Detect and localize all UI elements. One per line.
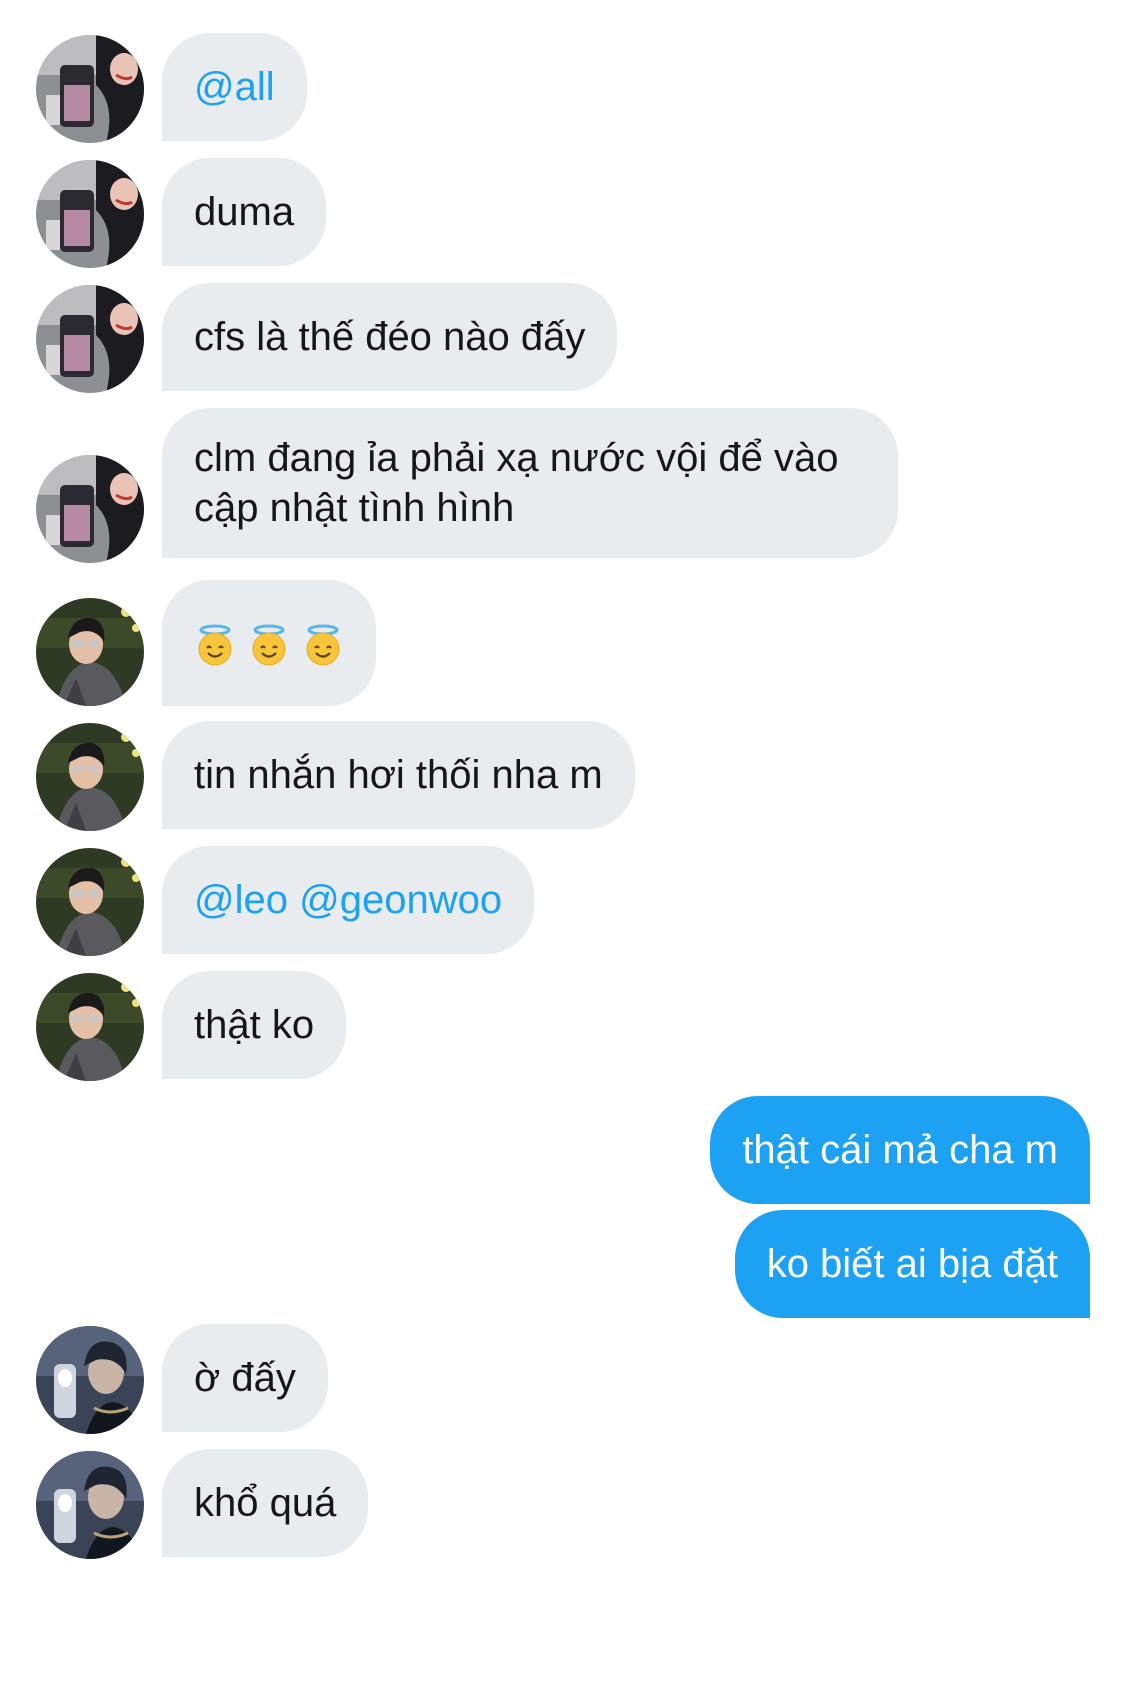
profile-photo xyxy=(36,598,144,706)
message-bubble-outgoing[interactable]: ko biết ai bịa đặt xyxy=(734,1210,1090,1318)
message-bubble-incoming[interactable] xyxy=(162,580,376,706)
message-bubble-incoming[interactable]: duma xyxy=(162,158,327,266)
message-text: clm đang ỉa phải xạ nước vội để vào cập … xyxy=(194,436,839,530)
message-bubble-incoming[interactable]: tin nhắn hơi thối nha m xyxy=(162,721,635,829)
message-text: thật ko xyxy=(194,1003,315,1047)
avatar[interactable] xyxy=(36,1451,144,1559)
mention-link[interactable]: @all xyxy=(194,65,275,109)
avatar[interactable] xyxy=(36,723,144,831)
profile-photo xyxy=(36,160,144,268)
avatar[interactable] xyxy=(36,455,144,563)
message-text: duma xyxy=(194,190,295,234)
smiling-face-with-halo-icon xyxy=(302,624,344,666)
profile-photo xyxy=(36,848,144,956)
message-bubble-incoming[interactable]: @all xyxy=(162,33,307,141)
profile-photo xyxy=(36,35,144,143)
message-bubble-incoming[interactable]: cfs là thế đéo nào đấy xyxy=(162,283,618,391)
message-text: cfs là thế đéo nào đấy xyxy=(194,315,586,359)
avatar[interactable] xyxy=(36,973,144,1081)
message-text: khổ quá xyxy=(194,1481,337,1525)
avatar[interactable] xyxy=(36,598,144,706)
profile-photo xyxy=(36,973,144,1081)
smiling-face-with-halo-icon xyxy=(194,624,236,666)
avatar[interactable] xyxy=(36,1326,144,1434)
profile-photo xyxy=(36,285,144,393)
message-text: ờ đấy xyxy=(194,1356,296,1400)
mention-link[interactable]: @leo @geonwoo xyxy=(194,878,502,922)
message-bubble-incoming[interactable]: khổ quá xyxy=(162,1449,369,1557)
profile-photo xyxy=(36,723,144,831)
message-bubble-incoming[interactable]: clm đang ỉa phải xạ nước vội để vào cập … xyxy=(162,408,898,558)
message-bubble-incoming[interactable]: thật ko xyxy=(162,971,347,1079)
message-bubble-incoming[interactable]: @leo @geonwoo xyxy=(162,846,535,954)
smiling-face-with-halo-icon xyxy=(248,624,290,666)
message-thread: @all duma cfs là thế đéo nào đấy clm đan… xyxy=(0,0,1125,1692)
profile-photo xyxy=(36,1326,144,1434)
message-bubble-outgoing[interactable]: thật cái mả cha m xyxy=(710,1096,1090,1204)
avatar[interactable] xyxy=(36,160,144,268)
profile-photo xyxy=(36,1451,144,1559)
message-text: thật cái mả cha m xyxy=(742,1128,1058,1172)
avatar[interactable] xyxy=(36,285,144,393)
message-text: tin nhắn hơi thối nha m xyxy=(194,753,603,797)
avatar[interactable] xyxy=(36,848,144,956)
message-text: ko biết ai bịa đặt xyxy=(766,1242,1058,1286)
profile-photo xyxy=(36,455,144,563)
message-bubble-incoming[interactable]: ờ đấy xyxy=(162,1324,328,1432)
avatar[interactable] xyxy=(36,35,144,143)
